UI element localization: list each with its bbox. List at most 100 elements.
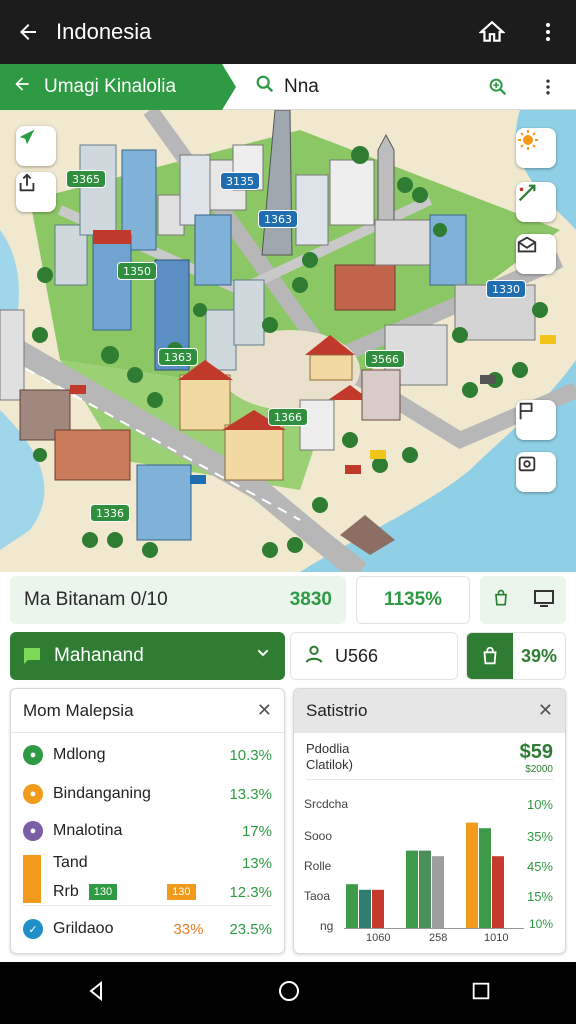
nav-home-icon[interactable] xyxy=(277,979,301,1008)
mail-icon[interactable] xyxy=(516,234,556,274)
close-icon[interactable]: ✕ xyxy=(538,700,553,721)
camera-icon[interactable] xyxy=(516,452,556,492)
summary-card[interactable]: Ma Bitanam 0/10 3830 xyxy=(10,576,346,624)
app-bar: Indonesia xyxy=(0,0,576,64)
stat-sub1: Pdodlia xyxy=(306,741,350,756)
chart-bar xyxy=(419,850,431,929)
chart-bar xyxy=(466,822,478,929)
map-tag[interactable]: 1363 xyxy=(158,348,198,366)
bar-chart xyxy=(344,822,524,929)
statistics-panel: Satistrio ✕ Pdodlia Clatilok) $59 $2000 … xyxy=(293,688,566,954)
list-item-label: Rrb xyxy=(53,883,79,900)
zoom-search-icon[interactable] xyxy=(480,64,516,110)
pct-label: 35% xyxy=(526,829,553,844)
map-tag[interactable]: 3365 xyxy=(66,170,106,188)
y-label: Taoa xyxy=(304,889,331,903)
screen-icon xyxy=(532,586,556,615)
close-icon[interactable]: ✕ xyxy=(257,700,272,721)
bar-marker xyxy=(23,855,41,903)
chart-bar xyxy=(406,850,418,929)
list-item-value: 17% xyxy=(241,822,272,840)
chart-bar xyxy=(479,828,491,929)
list-item-label: Bindanganing xyxy=(53,785,151,802)
nav-recents-icon[interactable] xyxy=(470,980,492,1007)
more-vert-icon[interactable] xyxy=(520,0,576,64)
summary-label: Ma Bitanam 0/10 xyxy=(24,589,168,610)
divider xyxy=(23,905,272,906)
x-label: 258 xyxy=(429,932,448,944)
list-item-value: 13.3% xyxy=(229,785,272,803)
city-map[interactable]: 3365 3135 1363 1350 1363 3566 1366 1336 … xyxy=(0,110,576,572)
panel-header: Mom Malepsia ✕ xyxy=(11,689,284,733)
route-icon[interactable] xyxy=(516,182,556,222)
tools-card[interactable] xyxy=(480,576,566,624)
sub-toolbar: Umagi Kinalolia Nna xyxy=(0,64,576,110)
location-back-tab[interactable]: Umagi Kinalolia xyxy=(0,64,236,110)
list-item-label: Grildaoo xyxy=(53,920,114,937)
list-item-value-orange: 33% xyxy=(173,920,204,938)
stat-sub2: Clatilok) xyxy=(306,757,353,772)
divider xyxy=(306,779,553,780)
map-tag[interactable]: 3135 xyxy=(220,172,260,190)
user-value: U566 xyxy=(335,645,379,666)
chat-icon xyxy=(10,644,54,668)
chart-bar xyxy=(372,889,384,929)
back-arrow-icon[interactable] xyxy=(0,74,44,100)
list-item[interactable]: ● Mnalotina 17% xyxy=(23,819,272,843)
y-label: Rolle xyxy=(304,859,332,873)
y-label: ng xyxy=(320,919,334,933)
list-item[interactable]: Tand 13% xyxy=(53,851,272,875)
flag-icon[interactable] xyxy=(516,400,556,440)
location-label: Umagi Kinalolia xyxy=(44,76,177,97)
summary-value: 3830 xyxy=(289,589,332,610)
pct-label: 10% xyxy=(528,917,553,931)
chevron-down-icon xyxy=(255,645,271,667)
app-title: Indonesia xyxy=(56,19,152,44)
search-field[interactable]: Nna xyxy=(254,64,319,110)
list-item[interactable]: ✓ Grildaoo 33% 23.5% xyxy=(23,917,272,941)
chart-bar xyxy=(492,856,504,929)
back-arrow-icon[interactable] xyxy=(0,0,56,64)
bag-icon xyxy=(491,588,511,613)
map-tag[interactable]: 1363 xyxy=(258,210,298,228)
map-tag[interactable]: 1350 xyxy=(117,262,157,280)
map-tag[interactable]: 1330 xyxy=(486,280,526,298)
check-icon: ✓ xyxy=(23,919,43,939)
big-value: $59 xyxy=(519,741,553,763)
dropdown-label: Mahanand xyxy=(54,645,144,666)
list-item[interactable]: ● Mdlong 10.3% xyxy=(23,743,272,767)
pct-label: 15% xyxy=(526,889,553,904)
pct-label: 45% xyxy=(526,859,553,874)
percent-card[interactable]: 1135% xyxy=(356,576,470,624)
nav-back-icon[interactable] xyxy=(84,979,108,1008)
panel-title: Satistrio xyxy=(306,700,368,720)
list-item-label: Mdlong xyxy=(53,746,106,763)
chart-bar xyxy=(359,889,371,929)
list-item-value: 23.5% xyxy=(229,920,272,938)
home-icon[interactable] xyxy=(464,0,520,64)
map-tag[interactable]: 1366 xyxy=(268,408,308,426)
list-item[interactable]: ● Bindanganing 13.3% xyxy=(23,782,272,806)
category-dropdown[interactable]: Mahanand xyxy=(10,632,285,680)
share-icon[interactable] xyxy=(16,172,56,212)
item-tag: 130 xyxy=(167,884,196,900)
system-nav-bar xyxy=(0,962,576,1024)
navigate-icon[interactable] xyxy=(16,126,56,166)
map-tag[interactable]: 1336 xyxy=(90,504,130,522)
y-label: Sooo xyxy=(304,829,333,843)
pct-label: 10% xyxy=(526,797,553,812)
big-sub: $2000 xyxy=(525,764,553,775)
list-item[interactable]: Rrb 130 130 12.3% xyxy=(53,880,272,904)
percent-chip[interactable]: 39% xyxy=(466,632,566,680)
percent-chip-value: 39% xyxy=(521,645,558,666)
sun-icon[interactable] xyxy=(516,128,556,168)
panel-header: Satistrio ✕ xyxy=(294,689,565,733)
user-filter-chip[interactable]: U566 xyxy=(290,632,458,680)
y-label: Srcdcha xyxy=(304,797,349,811)
more-vert-icon[interactable] xyxy=(530,64,566,110)
panel-title: Mom Malepsia xyxy=(23,700,134,720)
list-item-value: 13% xyxy=(241,854,272,872)
map-tag[interactable]: 3566 xyxy=(365,350,405,368)
pin-icon: ● xyxy=(23,745,43,765)
region-list-panel: Mom Malepsia ✕ ● Mdlong 10.3% ● Bindanga… xyxy=(10,688,285,954)
